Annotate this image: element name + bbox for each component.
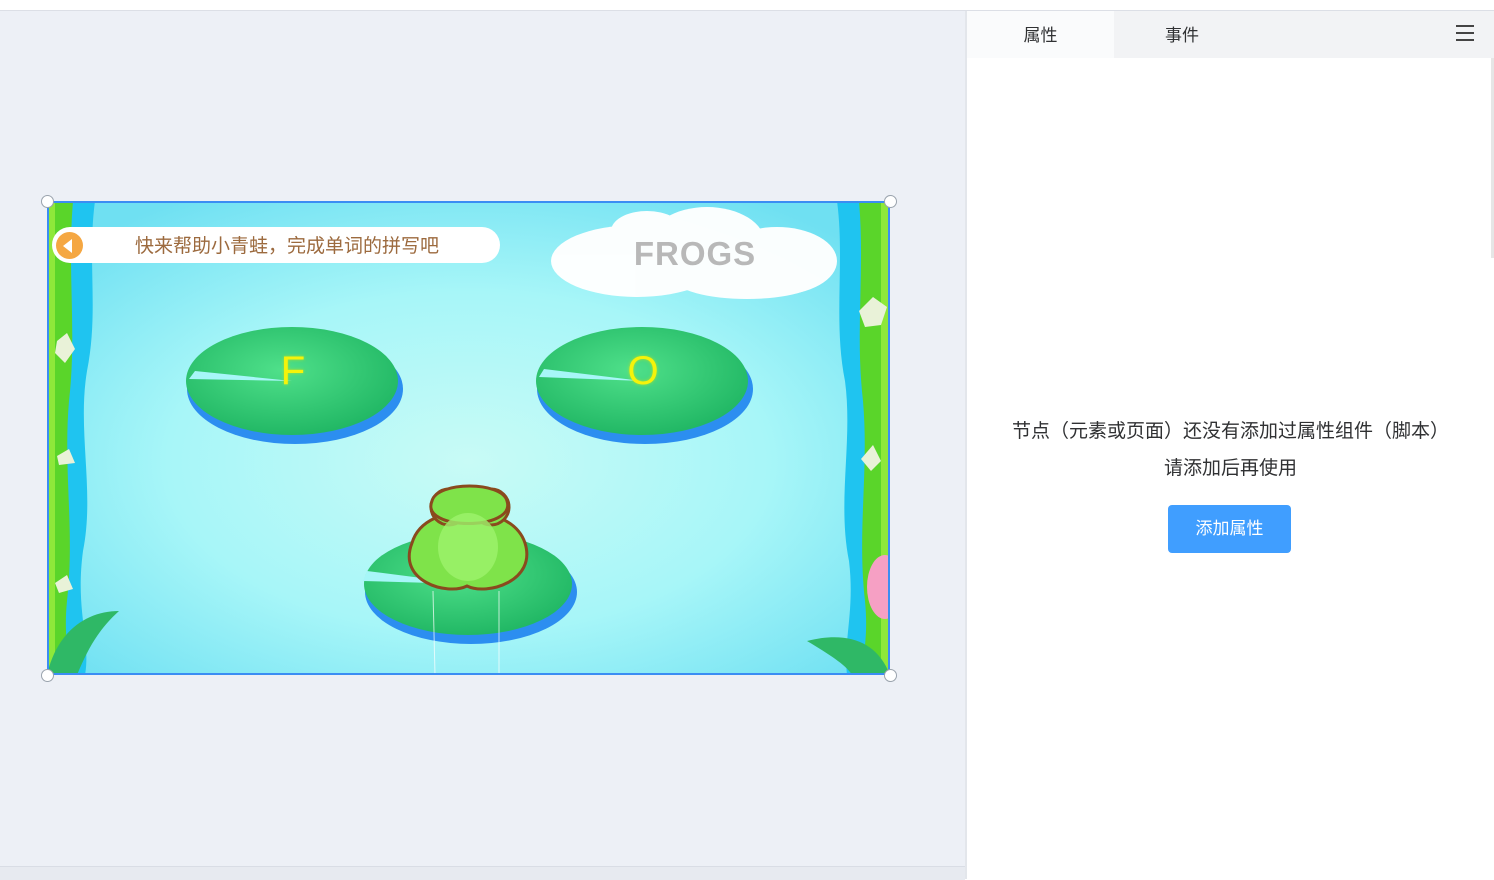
resize-handle-top-right[interactable] [884, 195, 897, 208]
empty-state-message: 节点（元素或页面）还没有添加过属性组件（脚本） 请添加后再使用 [967, 413, 1494, 487]
properties-panel: 属性 事件 节点（元素或页面）还没有添加过属性组件（脚本） 请添加后再使用 添加… [967, 11, 1494, 879]
instruction-text: 快来帮助小青蛙，完成单词的拼写吧 [135, 235, 440, 257]
tab-properties[interactable]: 属性 [967, 11, 1114, 58]
resize-handle-bottom-right[interactable] [884, 669, 897, 682]
speaker-icon[interactable] [56, 232, 83, 259]
game-stage[interactable]: 快来帮助小青蛙，完成单词的拼写吧 FROGS F O [47, 201, 890, 675]
add-property-button[interactable]: 添加属性 [1168, 505, 1291, 553]
target-word: FROGS [633, 235, 757, 272]
tab-events[interactable]: 事件 [1114, 11, 1250, 58]
resize-handle-top-left[interactable] [41, 195, 54, 208]
letter-tile[interactable]: F [263, 349, 323, 394]
empty-state-line-1: 节点（元素或页面）还没有添加过属性组件（脚本） [1011, 420, 1449, 442]
panel-tabbar: 属性 事件 [967, 11, 1494, 58]
instruction-banner: 快来帮助小青蛙，完成单词的拼写吧 [52, 227, 500, 263]
canvas-status-bar [0, 866, 965, 880]
empty-state-line-2: 请添加后再使用 [1163, 457, 1297, 479]
letter-tile[interactable]: O [613, 349, 673, 394]
resize-handle-bottom-left[interactable] [41, 669, 54, 682]
hamburger-menu-icon[interactable] [1456, 25, 1474, 43]
